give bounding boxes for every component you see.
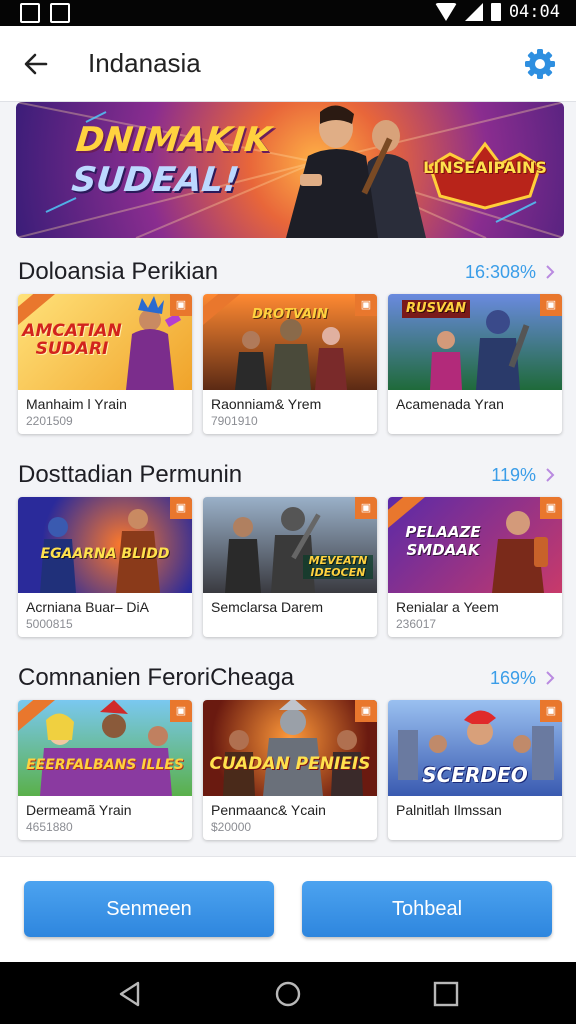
chevron-right-icon[interactable]: [542, 264, 558, 280]
card-title: Acamenada Yran: [396, 396, 504, 412]
chevron-right-icon[interactable]: [542, 670, 558, 686]
banner-line-2: SUDEAL!: [69, 160, 242, 200]
card-title: Semclarsa Darem: [211, 599, 324, 615]
card-title: Palnitlah Ilmssan: [396, 802, 502, 818]
corner-badge: ▣: [540, 294, 562, 316]
signal-icon: [464, 3, 483, 21]
notification-icon: [50, 3, 70, 23]
card-subtitle: 2201509: [26, 414, 73, 428]
game-card[interactable]: EGAARNA BLIDD ▣ Acrniana Buar– DiA 50008…: [18, 497, 192, 637]
game-thumbnail: EGAARNA BLIDD ▣: [18, 497, 192, 593]
game-thumbnail: DROTVAIN ▣: [203, 294, 377, 390]
notification-icons: [20, 3, 70, 23]
thumbnail-title: EEERFALBANS ILLES: [26, 757, 184, 773]
card-subtitle: 4651880: [26, 820, 73, 834]
app-bar: Indanasia: [0, 26, 576, 102]
content-scroll[interactable]: DNIMAKIK SUDEAL! LINSEAIPAINS Doloansia …: [0, 102, 576, 856]
corner-badge: ▣: [355, 294, 377, 316]
card-subtitle: $20000: [211, 820, 252, 834]
character-illustration: [223, 700, 363, 796]
section-value: 169%: [489, 668, 536, 688]
card-title: Penmaanc& Ycain: [211, 802, 326, 818]
section-value: 119%: [491, 465, 536, 485]
gear-icon[interactable]: [522, 46, 558, 82]
triangle-back-icon[interactable]: [116, 980, 144, 1008]
section-3: Comnanien FeroriCheaga 169% EEERFALBANS …: [0, 656, 576, 846]
wifi-icon: [434, 3, 457, 21]
game-thumbnail: SCERDEO ▣: [388, 700, 562, 796]
card-title: Raonniam& Yrem: [211, 396, 322, 412]
game-thumbnail: AMCATIAN SUDARI ▣: [18, 294, 192, 390]
game-thumbnail: CUADAN PENIEIS ▣: [203, 700, 377, 796]
thumbnail-title: EGAARNA BLIDD: [40, 546, 170, 562]
game-thumbnail: RUSVAN ▣: [388, 294, 562, 390]
card-subtitle: 5000815: [26, 617, 73, 631]
system-nav-bar: [0, 962, 576, 1024]
game-thumbnail: PELAAZE SMDAAK ▣: [388, 497, 562, 593]
square-recents-icon[interactable]: [432, 980, 460, 1008]
character-illustration: [235, 319, 347, 390]
arrow-left-icon[interactable]: [20, 48, 52, 80]
corner-badge: ▣: [540, 700, 562, 722]
card-title: Acrniana Buar– DiA: [26, 599, 149, 615]
banner-event-badge: LINSEAIPAINS: [420, 136, 550, 210]
character-illustration: [40, 700, 172, 796]
thumbnail-title: MEVEATN IDEOCEN: [303, 555, 373, 579]
corner-badge: ▣: [540, 497, 562, 519]
game-card[interactable]: MEVEATN IDEOCEN ▣ Semclarsa Darem: [203, 497, 377, 637]
banner-badge-text: LINSEAIPAINS: [423, 158, 547, 177]
battery-icon: [490, 3, 501, 21]
game-thumbnail: MEVEATN IDEOCEN ▣: [203, 497, 377, 593]
banner-headline: DNIMAKIK SUDEAL!: [70, 120, 273, 200]
game-card[interactable]: SCERDEO ▣ Palnitlah Ilmssan: [388, 700, 562, 840]
corner-badge: ▣: [170, 700, 192, 722]
card-title: Renialar a Yeem: [396, 599, 499, 615]
character-illustration: [492, 511, 548, 593]
card-title: Manhaim l Yrain: [26, 396, 127, 412]
game-card[interactable]: CUADAN PENIEIS ▣ Penmaanc& Ycain $20000: [203, 700, 377, 840]
section-value: 16:308%: [464, 262, 536, 282]
corner-badge: ▣: [170, 294, 192, 316]
banner-line-1: DNIMAKIK: [74, 120, 274, 160]
character-illustration: [126, 296, 182, 390]
section-title: Comnanien FeroriCheaga: [18, 664, 295, 691]
thumbnail-title: CUADAN PENIEIS: [209, 754, 371, 774]
section-title: Dosttadian Permunin: [18, 461, 243, 488]
game-card[interactable]: PELAAZE SMDAAK ▣ Renialar a Yeem 236017: [388, 497, 562, 637]
character-illustration: [430, 310, 530, 390]
page-title: Indanasia: [88, 48, 201, 78]
card-subtitle: 7901910: [211, 414, 258, 428]
section-title: Doloansia Perikian: [18, 258, 219, 285]
notification-icon: [20, 3, 40, 23]
status-time: 04:04: [508, 2, 560, 22]
thumbnail-title: SCERDEO: [422, 763, 528, 787]
card-title: Dermeamã Yrain: [26, 802, 132, 818]
corner-badge: ▣: [170, 497, 192, 519]
section-1: Doloansia Perikian 16:308% AMCATIAN SUDA…: [0, 250, 576, 440]
corner-badge: ▣: [355, 700, 377, 722]
game-card[interactable]: EEERFALBANS ILLES ▣ Dermeamã Yrain 46518…: [18, 700, 192, 840]
promo-banner[interactable]: DNIMAKIK SUDEAL! LINSEAIPAINS: [16, 102, 564, 238]
corner-badge: ▣: [355, 497, 377, 519]
section-2: Dosttadian Permunin 119% EGAARNA BLIDD ▣…: [0, 453, 576, 643]
chevron-right-icon[interactable]: [542, 467, 558, 483]
card-subtitle: 236017: [396, 617, 437, 631]
game-thumbnail: EEERFALBANS ILLES ▣: [18, 700, 192, 796]
game-card[interactable]: DROTVAIN ▣ Raonniam& Yrem 7901910: [203, 294, 377, 434]
status-bar: 04:04: [0, 0, 576, 26]
game-card[interactable]: RUSVAN ▣ Acamenada Yran: [388, 294, 562, 434]
primary-left-button[interactable]: Senmeen: [24, 881, 274, 937]
bottom-action-bar: Senmeen Tohbeal: [0, 856, 576, 962]
primary-right-button[interactable]: Tohbeal: [302, 881, 552, 937]
circle-home-icon[interactable]: [274, 980, 302, 1008]
banner-heroes-illustration: [286, 105, 426, 238]
game-card[interactable]: AMCATIAN SUDARI ▣ Manhaim l Yrain 220150…: [18, 294, 192, 434]
